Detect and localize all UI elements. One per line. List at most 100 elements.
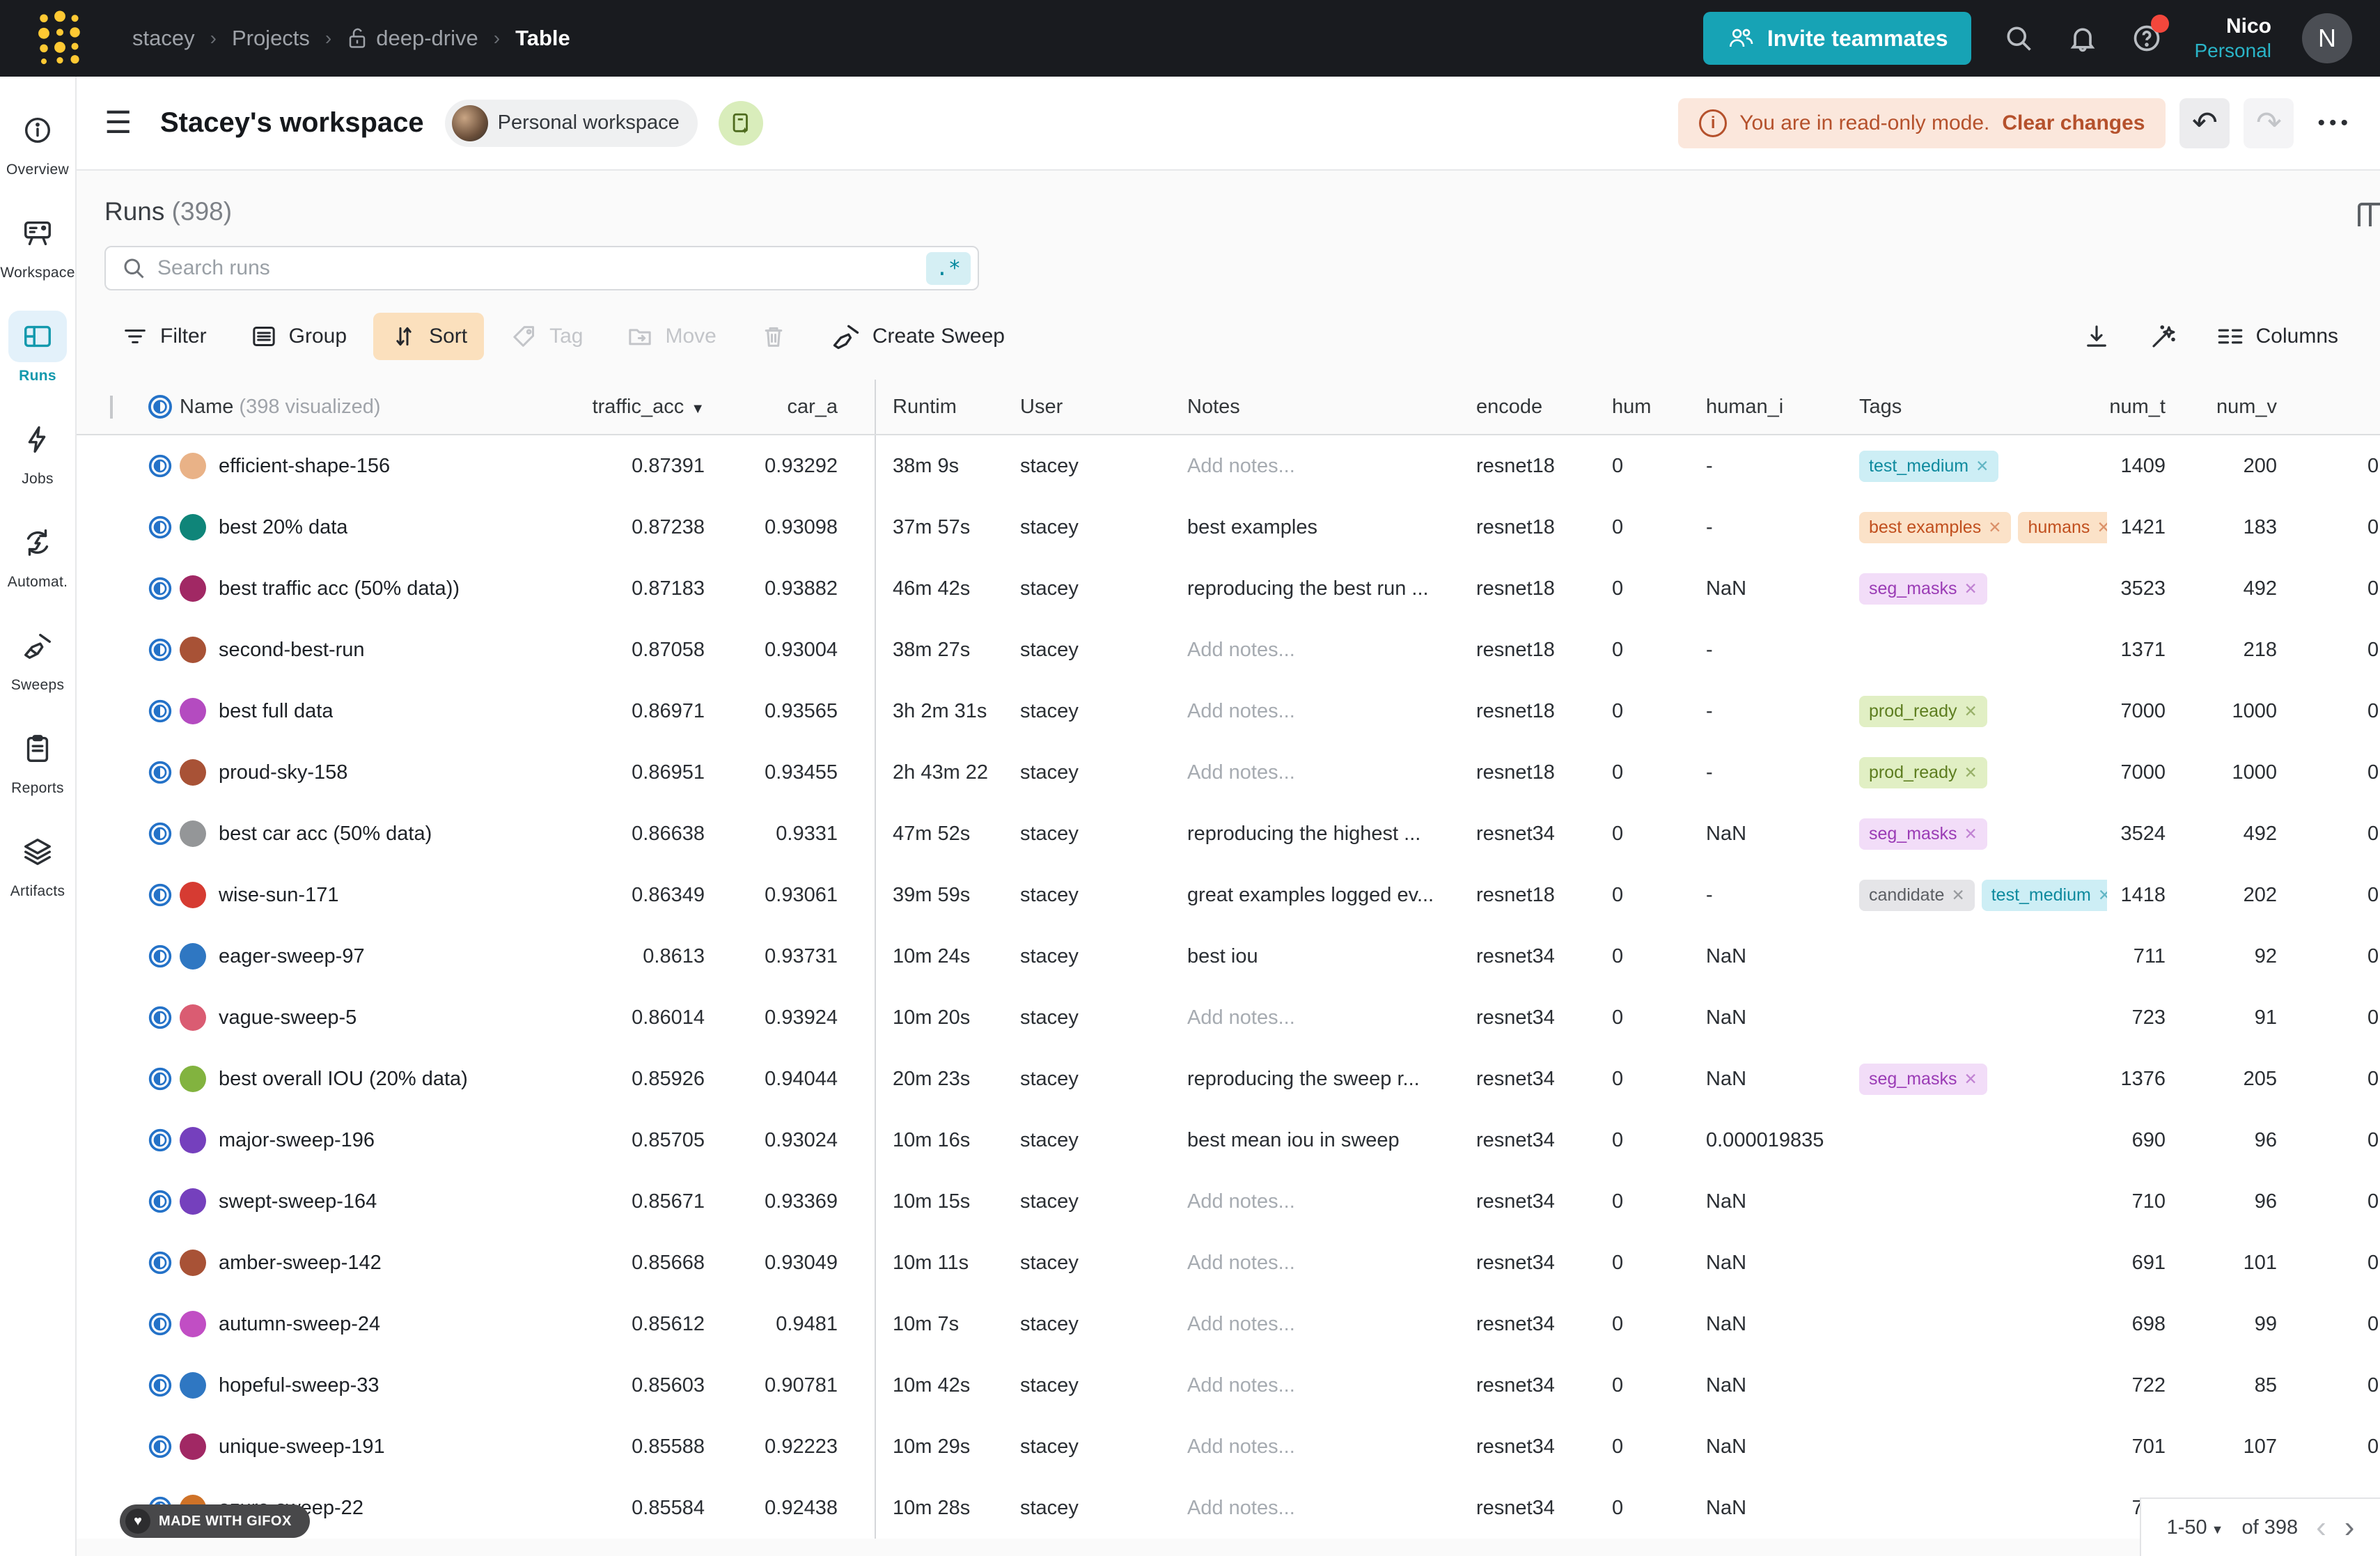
run-notes-placeholder[interactable]: Add notes... <box>1187 761 1295 784</box>
run-visibility-toggle[interactable] <box>141 1433 180 1461</box>
prev-page-button[interactable]: ‹ <box>2316 1512 2326 1543</box>
run-notes-placeholder[interactable]: Add notes... <box>1187 1374 1295 1396</box>
run-name-link[interactable]: major-sweep-196 <box>219 1129 375 1152</box>
run-notes[interactable]: reproducing the sweep r... <box>1187 1068 1420 1090</box>
run-notes-placeholder[interactable]: Add notes... <box>1187 1006 1295 1029</box>
column-header-notes[interactable]: Notes <box>1171 396 1459 419</box>
run-notes-placeholder[interactable]: Add notes... <box>1187 1313 1295 1335</box>
run-name-link[interactable]: best traffic acc (50% data)) <box>219 577 460 600</box>
sidebar-item-reports[interactable]: Reports <box>1 713 75 811</box>
tag-remove-icon[interactable]: ✕ <box>2097 518 2107 537</box>
run-name-link[interactable]: best overall IOU (20% data) <box>219 1068 468 1091</box>
column-header-user[interactable]: User <box>1003 396 1171 419</box>
run-name-link[interactable]: efficient-shape-156 <box>219 455 390 478</box>
wandb-logo-icon[interactable] <box>28 8 132 68</box>
column-header-tags[interactable]: Tags <box>1842 396 2107 419</box>
sort-button[interactable]: Sort <box>373 313 484 360</box>
tag-remove-icon[interactable]: ✕ <box>1964 702 1977 721</box>
breadcrumb-user[interactable]: stacey <box>132 26 195 51</box>
group-button[interactable]: Group <box>233 313 363 360</box>
notifications-bell-icon[interactable] <box>2066 22 2099 55</box>
sidebar-item-overview[interactable]: Overview <box>1 95 75 192</box>
help-icon[interactable] <box>2130 22 2163 55</box>
column-header-name[interactable]: Name (398 visualized) <box>180 396 570 419</box>
run-name-link[interactable]: wise-sun-171 <box>219 884 338 907</box>
sidebar-item-jobs[interactable]: Jobs <box>1 404 75 501</box>
run-visibility-toggle[interactable] <box>141 1249 180 1277</box>
search-icon[interactable] <box>2002 22 2035 55</box>
redo-button[interactable]: ↷ <box>2244 98 2294 148</box>
more-options-button[interactable]: ••• <box>2317 111 2352 135</box>
run-notes[interactable]: best mean iou in sweep <box>1187 1129 1400 1151</box>
column-header-car-a[interactable]: car_a <box>709 380 876 434</box>
visibility-eye-icon[interactable] <box>141 392 180 421</box>
run-notes[interactable]: best iou <box>1187 945 1258 967</box>
run-name-link[interactable]: vague-sweep-5 <box>219 1006 357 1029</box>
run-name-link[interactable]: eager-sweep-97 <box>219 945 365 968</box>
search-runs-input[interactable] <box>157 256 915 280</box>
workspace-doc-button[interactable] <box>719 101 763 146</box>
table-layout-icon[interactable] <box>2358 201 2380 226</box>
run-visibility-toggle[interactable] <box>141 513 180 541</box>
run-visibility-toggle[interactable] <box>141 575 180 602</box>
column-header-encoder[interactable]: encode <box>1459 396 1595 419</box>
tag-remove-icon[interactable]: ✕ <box>1964 763 1977 782</box>
page-range-dropdown[interactable]: 1-50▼ <box>2167 1516 2224 1539</box>
sidebar-item-sweeps[interactable]: Sweeps <box>1 610 75 708</box>
tag-remove-icon[interactable]: ✕ <box>1964 579 1977 598</box>
run-notes-placeholder[interactable]: Add notes... <box>1187 455 1295 477</box>
breadcrumb-project[interactable]: deep-drive <box>347 26 478 51</box>
run-notes[interactable]: reproducing the best run ... <box>1187 577 1429 600</box>
sidebar-item-artifacts[interactable]: Artifacts <box>1 816 75 914</box>
column-header-traffic-acc[interactable]: traffic_acc▼ <box>570 396 709 419</box>
run-name-link[interactable]: proud-sky-158 <box>219 761 347 784</box>
run-visibility-toggle[interactable] <box>141 1188 180 1215</box>
run-visibility-toggle[interactable] <box>141 1065 180 1093</box>
run-name-link[interactable]: best car acc (50% data) <box>219 823 432 846</box>
user-menu[interactable]: Nico Personal <box>2194 14 2271 63</box>
run-notes[interactable]: best examples <box>1187 516 1317 538</box>
run-name-link[interactable]: autumn-sweep-24 <box>219 1313 380 1336</box>
run-name-link[interactable]: amber-sweep-142 <box>219 1252 382 1275</box>
run-name-link[interactable]: second-best-run <box>219 639 365 662</box>
tag-remove-icon[interactable]: ✕ <box>1988 518 2001 537</box>
tag-remove-icon[interactable]: ✕ <box>1951 886 1964 905</box>
run-notes-placeholder[interactable]: Add notes... <box>1187 1436 1295 1458</box>
run-notes-placeholder[interactable]: Add notes... <box>1187 1190 1295 1213</box>
run-visibility-toggle[interactable] <box>141 1126 180 1154</box>
run-visibility-toggle[interactable] <box>141 1310 180 1338</box>
breadcrumb-projects[interactable]: Projects <box>232 26 310 51</box>
sidebar-item-automat[interactable]: Automat. <box>1 507 75 605</box>
run-notes-placeholder[interactable]: Add notes... <box>1187 1497 1295 1519</box>
column-header-num-v[interactable]: num_v <box>2184 396 2295 419</box>
column-header-hum[interactable]: hum <box>1595 396 1689 419</box>
run-visibility-toggle[interactable] <box>141 758 180 786</box>
run-notes[interactable]: reproducing the highest ... <box>1187 823 1420 845</box>
sidebar-item-workspace[interactable]: Workspace <box>1 198 75 295</box>
run-visibility-toggle[interactable] <box>141 697 180 725</box>
select-all-checkbox[interactable] <box>110 396 113 419</box>
run-name-link[interactable]: swept-sweep-164 <box>219 1190 377 1213</box>
magic-wand-button[interactable] <box>2135 312 2192 361</box>
regex-toggle-button[interactable]: .* <box>926 252 971 285</box>
run-name-link[interactable]: best full data <box>219 700 333 723</box>
run-name-link[interactable]: hopeful-sweep-33 <box>219 1374 379 1397</box>
tag-remove-icon[interactable]: ✕ <box>1975 457 1989 476</box>
run-notes-placeholder[interactable]: Add notes... <box>1187 639 1295 661</box>
tag-remove-icon[interactable]: ✕ <box>1964 825 1977 843</box>
columns-button[interactable]: Columns <box>2202 312 2352 361</box>
create-sweep-button[interactable]: Create Sweep <box>814 311 1021 361</box>
undo-button[interactable]: ↶ <box>2179 98 2230 148</box>
tag-remove-icon[interactable]: ✕ <box>1964 1070 1977 1089</box>
run-visibility-toggle[interactable] <box>141 636 180 664</box>
column-header-num-t[interactable]: num_t <box>2107 396 2184 419</box>
sidebar-item-runs[interactable]: Runs <box>1 301 75 398</box>
run-visibility-toggle[interactable] <box>141 452 180 480</box>
tag-remove-icon[interactable]: ✕ <box>2098 886 2107 905</box>
workspace-type-badge[interactable]: Personal workspace <box>445 100 698 147</box>
run-visibility-toggle[interactable] <box>141 1004 180 1032</box>
run-notes-placeholder[interactable]: Add notes... <box>1187 700 1295 722</box>
run-visibility-toggle[interactable] <box>141 820 180 848</box>
column-header-runtime[interactable]: Runtim <box>876 396 1003 419</box>
menu-icon[interactable]: ☰ <box>104 108 139 139</box>
